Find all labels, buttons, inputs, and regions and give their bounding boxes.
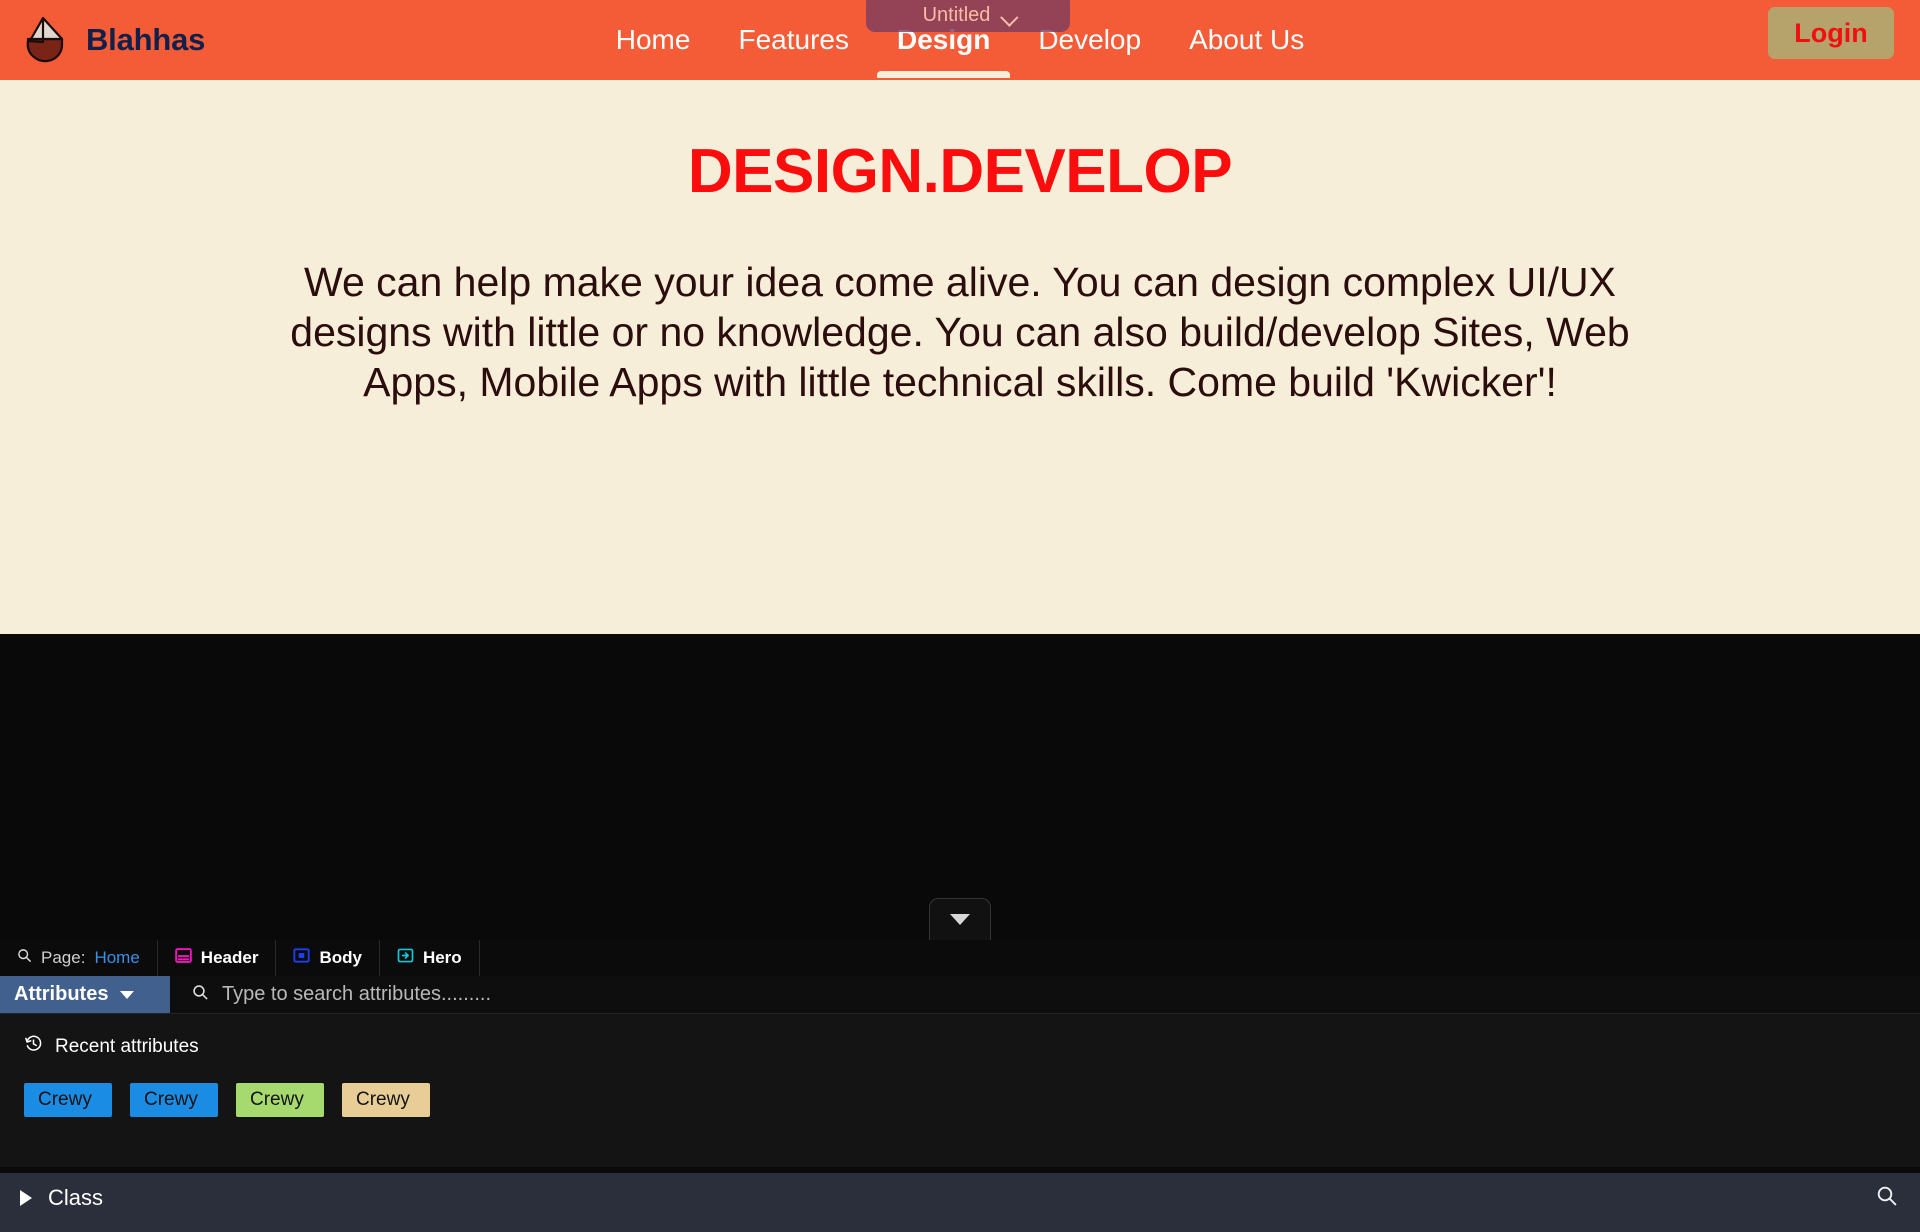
attribute-chip[interactable]: Crewy [130,1083,218,1117]
search-icon [17,948,32,968]
breadcrumb-item-hero[interactable]: Hero [380,940,480,976]
search-icon[interactable] [1876,1185,1898,1212]
breadcrumb-item-page[interactable]: Page: Home [0,940,158,976]
search-icon [192,984,209,1006]
recent-attributes-header: Recent attributes [24,1034,1920,1059]
history-clock-icon [24,1034,43,1059]
hero-title: DESIGN.DEVELOP [687,137,1233,206]
recent-attribute-chips: Crewy Crewy Crewy Crewy [24,1083,1920,1117]
triangle-right-icon [20,1190,32,1206]
canvas-empty-area [0,634,1920,940]
website-preview-canvas: Blahhas Home Features Design Develop Abo… [0,0,1920,940]
nav-item-home[interactable]: Home [592,0,715,80]
breadcrumb-empty-space [480,940,1920,976]
breadcrumb: Page: Home Header Body Hero [0,940,1920,976]
chevron-down-icon [1000,8,1019,27]
panel-bottom-strip [0,1223,1920,1232]
triangle-down-icon [950,914,970,925]
login-button[interactable]: Login [1768,7,1894,59]
class-section-label: Class [48,1185,104,1210]
untitled-label: Untitled [922,4,991,26]
attribute-chip[interactable]: Crewy [24,1083,112,1117]
hero-copy: We can help make your idea come alive. Y… [290,259,1630,406]
attributes-tab[interactable]: Attributes [0,976,170,1013]
brand-name: Blahhas [86,22,206,57]
breadcrumb-hero-label: Hero [422,948,462,967]
breadcrumb-body-label: Body [319,948,362,967]
header-block-icon [174,947,192,969]
attribute-search-wrap [170,976,1920,1013]
attribute-chip[interactable]: Crewy [236,1083,324,1117]
breadcrumb-header-label: Header [200,948,259,967]
attributes-tab-label: Attributes [14,983,109,1005]
sail-boat-logo-icon [22,15,68,65]
breadcrumb-page-name[interactable]: Home [94,948,139,968]
body-block-icon [293,947,311,969]
class-section-row[interactable]: Class [0,1173,1920,1223]
nav-item-features[interactable]: Features [714,0,873,80]
breadcrumb-page-prefix: Page: [41,948,86,967]
breadcrumb-item-body[interactable]: Body [276,940,380,976]
attribute-chip[interactable]: Crewy [342,1083,430,1117]
panel-collapse-toggle[interactable] [929,898,991,940]
caret-down-icon [120,990,135,999]
recent-attributes-section: Recent attributes Crewy Crewy Crewy Crew… [0,1014,1920,1166]
hero-section: DESIGN.DEVELOP We can help make your ide… [0,80,1920,634]
recent-attributes-title: Recent attributes [55,1035,199,1057]
nav-item-about-us[interactable]: About Us [1165,0,1328,80]
site-header: Blahhas Home Features Design Develop Abo… [0,0,1920,80]
untitled-selection-chip[interactable]: Untitled [866,0,1070,32]
attributes-toolbar: Attributes [0,976,1920,1014]
breadcrumb-item-header[interactable]: Header [158,940,277,976]
brand[interactable]: Blahhas [0,15,205,65]
editor-panel: Page: Home Header Body Hero Attributes T… [0,940,1920,1232]
attribute-search-input[interactable] [222,983,1920,1006]
hero-block-icon [397,947,414,969]
